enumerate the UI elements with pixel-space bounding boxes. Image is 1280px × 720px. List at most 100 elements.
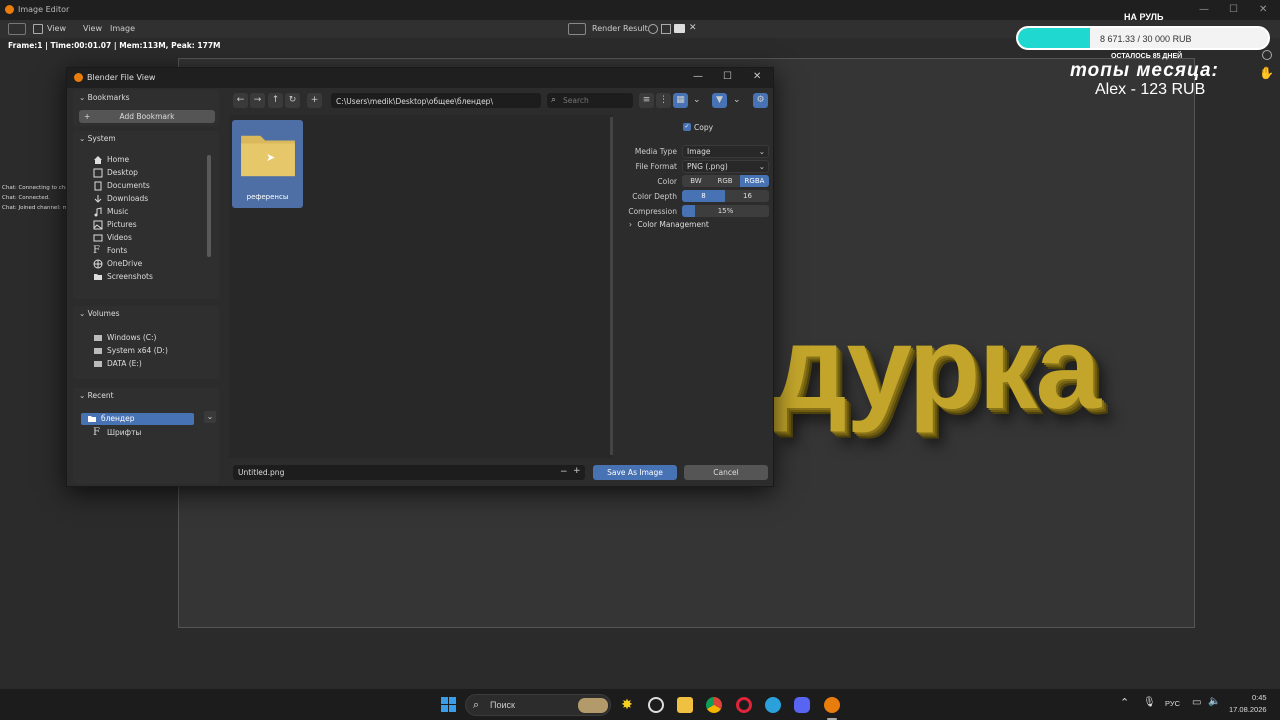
settings-gear-icon[interactable]: ⚙	[753, 93, 768, 108]
color-management-toggle[interactable]: › Color Management	[629, 220, 709, 229]
thumbnails-icon[interactable]: ▦	[673, 93, 688, 108]
media-type-dropdown[interactable]: Image ⌄	[682, 145, 769, 158]
open-folder-icon[interactable]	[674, 24, 685, 33]
windows-start-icon[interactable]	[441, 697, 457, 713]
taskbar-search[interactable]: ⌕ Поиск	[465, 694, 611, 716]
microphone-icon[interactable]: 🎙	[1143, 697, 1156, 708]
decrement-icon[interactable]: −	[560, 467, 568, 477]
sun-app-icon[interactable]: ✸	[619, 697, 635, 713]
search-icon: ⌕	[473, 698, 480, 711]
system-scrollbar[interactable]	[207, 155, 211, 257]
depth-option-8[interactable]: 8	[682, 190, 725, 202]
close-icon[interactable]: ✕	[1259, 4, 1267, 15]
blender-logo-icon	[74, 73, 83, 82]
top-month-entry: Alex - 123 RUB	[1095, 81, 1206, 98]
display-settings-chevron-icon[interactable]: ⌄	[693, 95, 701, 105]
color-depth-label: Color Depth	[632, 192, 677, 201]
drive-icon	[94, 348, 102, 354]
file-explorer-icon[interactable]	[677, 697, 693, 713]
dialog-titlebar: Blender File View — ☐ ✕	[67, 68, 773, 88]
compression-label: Compression	[628, 207, 677, 216]
windows-taskbar: ⌕ Поиск ✸ ⌃ 🎙 РУС ▭ 🔈 0:45 17.08.2026	[0, 688, 1280, 720]
parent-dir-icon[interactable]: ↑	[268, 93, 283, 108]
new-folder-icon[interactable]: +	[307, 93, 322, 108]
view-mode-icon[interactable]	[33, 24, 43, 34]
maximize-icon[interactable]: ☐	[723, 71, 732, 82]
menu-view-2[interactable]: View	[83, 24, 102, 33]
depth-option-16[interactable]: 16	[726, 190, 769, 202]
filename-field[interactable]: Untitled.png − +	[233, 465, 585, 480]
compression-slider[interactable]: 15%	[682, 205, 769, 217]
horizontal-list-icon[interactable]: ⋮	[656, 93, 671, 108]
clock-date[interactable]: 17.08.2026	[1229, 705, 1267, 714]
menu-view-1[interactable]: View	[47, 24, 66, 33]
clock-time[interactable]: 0:45	[1252, 693, 1267, 702]
maximize-icon[interactable]: ☐	[1229, 4, 1238, 15]
language-indicator[interactable]: РУС	[1165, 699, 1180, 708]
chat-line: Chat: Connected.	[2, 195, 50, 201]
home-icon	[94, 156, 102, 164]
back-icon[interactable]: ←	[233, 93, 248, 108]
donation-remaining: ОСТАЛОСЬ 85 ДНЕЙ	[1111, 53, 1183, 60]
add-bookmark-button[interactable]: + Add Bookmark	[79, 110, 215, 123]
media-type-label: Media Type	[634, 147, 677, 156]
hand-icon[interactable]: ✋	[1259, 66, 1274, 80]
folder-tile[interactable]: референсы	[232, 120, 303, 208]
render-text: дурка	[772, 302, 1101, 434]
save-as-image-button[interactable]: Save As Image	[593, 465, 677, 480]
filter-chevron-icon[interactable]: ⌄	[733, 95, 741, 105]
compression-value: 15%	[717, 207, 734, 215]
bookmarks-heading[interactable]: ⌄ Bookmarks	[79, 93, 130, 102]
color-option-rgb[interactable]: RGB	[711, 175, 739, 187]
network-icon[interactable]: ▭	[1192, 697, 1201, 708]
discord-icon[interactable]	[794, 697, 810, 713]
volume-icon[interactable]: 🔈	[1208, 696, 1220, 707]
donation-amount: 8 671.33 / 30 000 RUB	[1100, 34, 1192, 44]
close-icon[interactable]: ✕	[753, 71, 761, 82]
recent-item-selected[interactable]: блендер	[81, 413, 194, 425]
unlink-icon[interactable]: ✕	[689, 23, 697, 33]
render-stats: Frame:1 | Time:00:01.07 | Mem:113M, Peak…	[8, 41, 221, 50]
search-field[interactable]: ⌕	[547, 93, 633, 108]
image-browse-icon[interactable]	[568, 23, 586, 35]
app-title: Image Editor	[18, 5, 70, 14]
path-field[interactable]: C:\Users\medik\Desktop\общее\блендер\	[331, 93, 541, 108]
recent-heading[interactable]: ⌄ Recent	[79, 391, 114, 400]
search-icon: ⌕	[551, 95, 557, 105]
color-option-bw[interactable]: BW	[682, 175, 710, 187]
chrome-icon[interactable]	[706, 697, 722, 713]
refresh-icon[interactable]: ↻	[285, 93, 300, 108]
fake-user-icon[interactable]	[648, 24, 658, 34]
menu-image[interactable]: Image	[110, 24, 135, 33]
duplicate-icon[interactable]	[661, 24, 671, 34]
opera-icon[interactable]	[736, 697, 752, 713]
file-format-dropdown[interactable]: PNG (.png) ⌄	[682, 160, 769, 173]
color-option-rgba[interactable]: RGBA	[740, 175, 769, 187]
telegram-icon[interactable]	[765, 697, 781, 713]
system-heading[interactable]: ⌄ System	[79, 134, 116, 143]
blender-icon[interactable]	[824, 697, 840, 713]
mouse-cursor-icon: ➤	[266, 151, 276, 164]
videos-icon	[93, 234, 103, 242]
obs-icon[interactable]	[648, 697, 664, 713]
copy-checkbox[interactable]: ✓	[683, 123, 691, 131]
tray-expand-icon[interactable]: ⌃	[1120, 696, 1129, 709]
cancel-button[interactable]: Cancel	[684, 465, 768, 480]
editor-type-icon[interactable]	[8, 23, 26, 35]
volumes-panel: ⌄ Volumes Windows (C:) System x64 (D:) D…	[73, 306, 219, 379]
copy-label: Copy	[694, 123, 714, 132]
minimize-icon[interactable]: —	[1199, 4, 1209, 15]
navigate-icon[interactable]	[1262, 50, 1272, 60]
plus-icon: +	[84, 112, 91, 121]
increment-icon[interactable]: +	[573, 466, 581, 476]
vertical-list-icon[interactable]: ≡	[639, 93, 654, 108]
filter-icon[interactable]: ▼	[712, 93, 727, 108]
app-titlebar: Image Editor — ☐ ✕	[0, 0, 1280, 20]
pictures-icon	[93, 220, 103, 230]
search-input[interactable]	[563, 94, 629, 106]
minimize-icon[interactable]: —	[693, 71, 703, 82]
recent-menu-icon[interactable]: ⌄	[204, 411, 216, 423]
volumes-heading[interactable]: ⌄ Volumes	[79, 309, 119, 318]
forward-icon[interactable]: →	[250, 93, 265, 108]
image-name[interactable]: Render Result	[592, 24, 648, 33]
